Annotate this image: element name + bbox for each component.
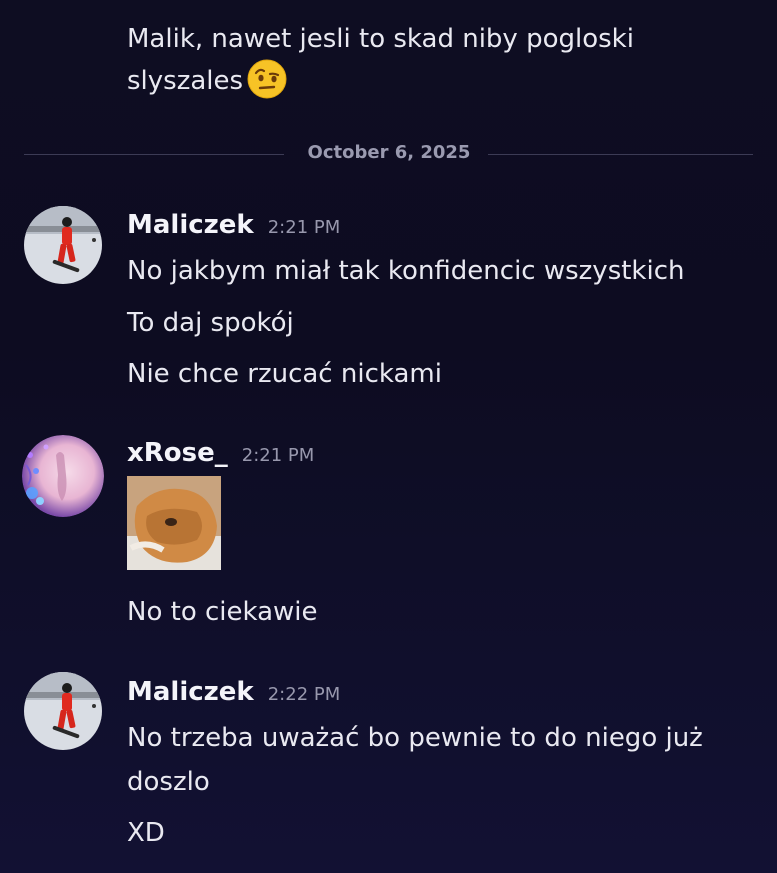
- snowboarder-avatar-icon: [24, 672, 102, 750]
- message-text: slyszales: [127, 66, 244, 96]
- date-divider: October 6, 2025: [24, 142, 753, 163]
- message-header: Maliczek 2:22 PM: [127, 677, 340, 707]
- message-text: Nie chce rzucać nickami: [127, 359, 442, 389]
- message-header: xRose_ 2:21 PM: [127, 438, 314, 468]
- divider-line-right: [488, 154, 753, 155]
- message-text-with-emoji: slyszales: [127, 59, 287, 99]
- author-name[interactable]: Maliczek: [127, 210, 254, 240]
- message-text: No jakbym miał tak konfidencic wszystkic…: [127, 256, 685, 286]
- timestamp: 2:21 PM: [241, 445, 315, 466]
- timestamp: 2:21 PM: [267, 217, 341, 238]
- message-text: No trzeba uważać bo pewnie to do niego j…: [127, 723, 703, 753]
- avatar-maliczek[interactable]: [24, 672, 102, 750]
- message-text: Malik, nawet jesli to skad niby pogloski: [127, 24, 634, 54]
- image-attachment[interactable]: [127, 476, 221, 570]
- message-header: Maliczek 2:21 PM: [127, 210, 340, 240]
- date-label: October 6, 2025: [307, 142, 471, 163]
- message-text: No to ciekawie: [127, 597, 318, 627]
- message-text: doszlo: [127, 767, 210, 797]
- author-name[interactable]: Maliczek: [127, 677, 254, 707]
- message-text: To daj spokój: [127, 308, 294, 338]
- cat-image-icon: [127, 476, 221, 570]
- divider-line-left: [24, 154, 284, 155]
- timestamp: 2:22 PM: [267, 684, 341, 705]
- glowing-figure-avatar-icon: [22, 435, 104, 517]
- face-with-raised-eyebrow-emoji-icon: [247, 59, 287, 98]
- snowboarder-avatar-icon: [24, 206, 102, 284]
- message-text: XD: [127, 818, 165, 848]
- avatar-xrose[interactable]: [22, 435, 104, 517]
- avatar-maliczek[interactable]: [24, 206, 102, 284]
- author-name[interactable]: xRose_: [127, 438, 228, 468]
